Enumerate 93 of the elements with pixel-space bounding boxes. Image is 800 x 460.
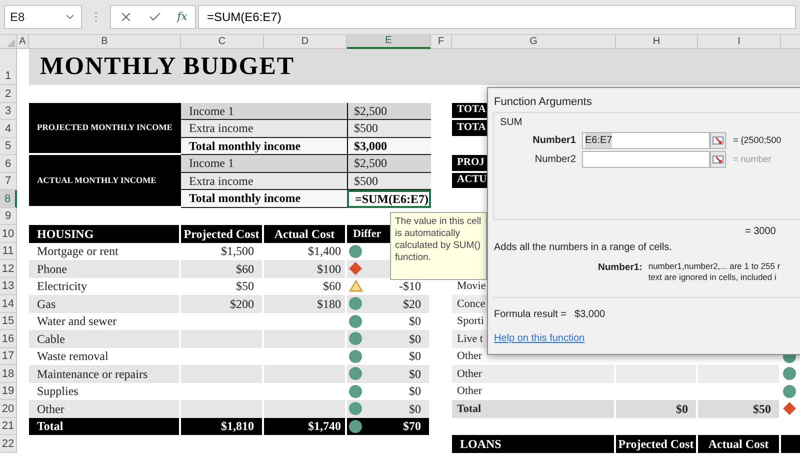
- grip-dots-icon: [94, 11, 98, 23]
- argument-field[interactable]: [582, 151, 710, 168]
- table-cell: $100: [264, 260, 347, 278]
- row-header[interactable]: 2: [0, 85, 17, 102]
- argument-field[interactable]: E6:E7: [582, 132, 710, 149]
- table-cell: $180: [264, 295, 347, 312]
- row-header[interactable]: 12: [0, 260, 17, 278]
- table-cell[interactable]: $500: [347, 172, 431, 190]
- table-cell[interactable]: $500: [347, 120, 431, 138]
- table-cell: $60: [181, 260, 264, 278]
- difference-value: $0: [409, 348, 421, 366]
- table-cell: Supplies: [29, 382, 181, 400]
- difference-value: -$10: [399, 278, 421, 296]
- column-header[interactable]: E: [347, 35, 431, 49]
- row-header[interactable]: 18: [0, 365, 17, 382]
- row-header[interactable]: 6: [0, 155, 17, 172]
- function-description: Adds all the numbers in a range of cells.: [493, 241, 673, 255]
- argument-help-label: Number1:: [598, 261, 644, 275]
- table-cell: $1,810: [181, 418, 264, 435]
- table-cell: Electricity: [29, 278, 181, 295]
- argument-result: = number: [733, 152, 772, 166]
- difference-value: $0: [409, 400, 421, 418]
- table-cell[interactable]: $3,000: [347, 138, 431, 155]
- table-cell: $50: [698, 400, 781, 418]
- row-header[interactable]: 9: [0, 208, 17, 225]
- difference-value: $70: [403, 418, 421, 436]
- table-cell[interactable]: =SUM(E6:E7): [347, 190, 431, 208]
- column-heading: Projected Cost: [616, 435, 698, 452]
- function-result: = 3000: [745, 225, 777, 239]
- argument-result: = {2500;500: [733, 134, 782, 147]
- table-cell: Phone: [29, 260, 181, 278]
- row-header[interactable]: 16: [0, 330, 17, 348]
- column-heading: HOUSING: [29, 225, 181, 242]
- column-heading: LOANS: [452, 435, 616, 452]
- row-header[interactable]: 11: [0, 242, 17, 260]
- formula-field[interactable]: =SUM(E6:E7): [198, 5, 796, 29]
- row-header[interactable]: 1: [0, 49, 17, 85]
- table-cell: Other: [452, 365, 616, 382]
- difference-value: $0: [409, 330, 421, 348]
- row-header[interactable]: 21: [0, 418, 17, 435]
- table-cell: Gas: [29, 295, 181, 312]
- column-header[interactable]: A: [17, 35, 29, 49]
- table-cell: $1,400: [264, 242, 347, 260]
- column-heading: Projected Cost: [181, 225, 264, 242]
- table-cell: $1,740: [264, 418, 347, 435]
- range-picker-icon[interactable]: [710, 151, 726, 168]
- table-cell: Total: [452, 400, 616, 418]
- difference-value: $0: [409, 366, 421, 383]
- column-heading: Actual Cost: [264, 225, 347, 242]
- row-header[interactable]: 4: [0, 120, 17, 138]
- table-cell: Extra income: [181, 172, 347, 190]
- row-header[interactable]: 22: [0, 435, 17, 452]
- row-header[interactable]: 13: [0, 278, 17, 295]
- section-label: ACTUAL MONTHLY INCOME: [29, 155, 181, 208]
- difference-value: $20: [403, 296, 421, 313]
- row-header[interactable]: 3: [0, 102, 17, 120]
- table-cell: $0: [616, 400, 698, 418]
- row-header[interactable]: 5: [0, 138, 17, 155]
- table-cell: Income 1: [181, 102, 347, 120]
- name-box[interactable]: E8: [4, 5, 82, 29]
- sheet-title: MONTHLY BUDGET: [40, 52, 295, 82]
- difference-value: $0: [409, 313, 421, 330]
- difference-value: $0: [409, 383, 421, 400]
- table-cell: Total: [29, 418, 181, 435]
- row-header[interactable]: 7: [0, 172, 17, 190]
- argument-label: Number2: [534, 153, 577, 167]
- table-cell: Extra income: [181, 120, 347, 138]
- table-cell: Total monthly income: [181, 190, 347, 208]
- table-cell[interactable]: $2,500: [347, 155, 431, 172]
- column-heading: Actual Cost: [698, 435, 781, 452]
- table-cell: $200: [181, 295, 264, 312]
- table-cell: Mortgage or rent: [29, 242, 181, 260]
- table-cell: Other: [29, 400, 181, 418]
- table-cell[interactable]: $2,500: [347, 102, 431, 120]
- row-header[interactable]: 14: [0, 295, 17, 312]
- row-header[interactable]: 10: [0, 225, 17, 242]
- argument-help-text: number1,number2,... are 1 to 255 r text are ignored in cells, included i: [648, 261, 780, 283]
- cell-tooltip: The value in this cell is automatically calculated by SUM() function.: [390, 212, 487, 280]
- range-picker-icon[interactable]: [710, 132, 726, 149]
- table-cell: Total monthly income: [181, 138, 347, 155]
- row-header[interactable]: 20: [0, 400, 17, 418]
- table-cell: Maintenance or repairs: [29, 365, 181, 382]
- column-heading: [781, 435, 800, 452]
- table-cell: Income 1: [181, 155, 347, 172]
- row-header[interactable]: 17: [0, 348, 17, 365]
- row-header[interactable]: 15: [0, 312, 17, 330]
- section-label: PROJECTED MONTHLY INCOME: [29, 102, 181, 155]
- row-header[interactable]: 19: [0, 382, 17, 400]
- table-cell: Cable: [29, 330, 181, 348]
- insert-function-button[interactable]: fx: [177, 8, 188, 26]
- table-cell: $1,500: [181, 242, 264, 260]
- row-header[interactable]: 8: [0, 190, 17, 208]
- help-link[interactable]: Help on this function: [494, 331, 585, 346]
